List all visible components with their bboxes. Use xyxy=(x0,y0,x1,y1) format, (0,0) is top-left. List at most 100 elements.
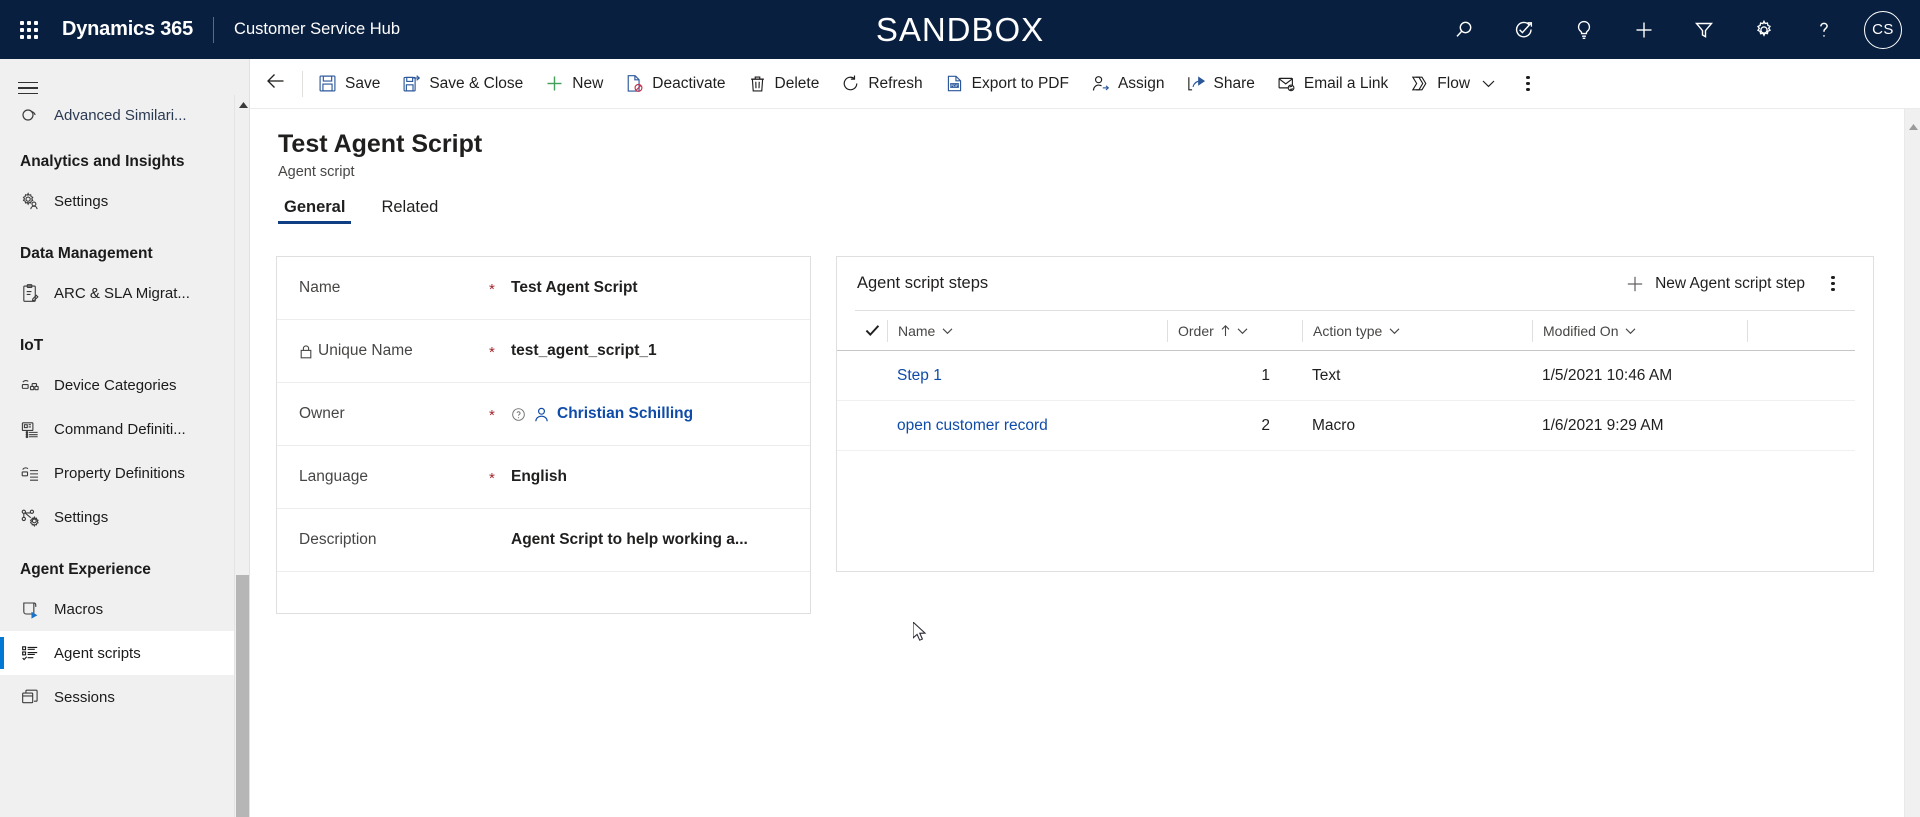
chevron-down-icon[interactable] xyxy=(1237,327,1248,335)
chevron-down-icon[interactable] xyxy=(1389,327,1400,335)
tab-general[interactable]: General xyxy=(278,198,351,224)
email-a-link-button[interactable]: Email a Link xyxy=(1266,59,1399,109)
row-name-label[interactable]: open customer record xyxy=(897,417,1048,434)
save-and-close-label: Save & Close xyxy=(429,75,523,93)
table-row[interactable]: Step 1 1 Text 1/5/2021 10:46 AM xyxy=(837,351,1855,401)
form-row-language: Language * English xyxy=(277,446,810,509)
macro-icon xyxy=(20,599,54,620)
device-category-icon xyxy=(20,375,54,396)
search-button[interactable] xyxy=(1434,0,1494,59)
owner-value[interactable]: Christian Schilling xyxy=(557,405,693,423)
email-a-link-label: Email a Link xyxy=(1304,75,1388,93)
row-name-label[interactable]: Step 1 xyxy=(897,367,942,384)
subgrid-actions: New Agent script step xyxy=(1620,259,1855,309)
column-label: Modified On xyxy=(1543,323,1618,339)
sidebar-item-sessions[interactable]: Sessions xyxy=(0,675,250,719)
new-agent-script-step-button[interactable]: New Agent script step xyxy=(1620,269,1811,299)
select-all-checkbox[interactable] xyxy=(857,324,887,337)
language-field[interactable]: English xyxy=(511,468,567,486)
column-label: Action type xyxy=(1313,323,1382,339)
refresh-button[interactable]: Refresh xyxy=(830,59,933,109)
column-header-action-type[interactable]: Action type xyxy=(1302,320,1532,342)
sidebar-item-label: Settings xyxy=(54,509,108,526)
new-button[interactable]: New xyxy=(534,59,614,109)
sidebar-item-analytics-settings[interactable]: Settings xyxy=(0,179,250,223)
environment-banner-label: SANDBOX xyxy=(876,11,1044,49)
column-header-modified-on[interactable]: Modified On xyxy=(1532,320,1747,342)
relevance-search-button[interactable] xyxy=(1494,0,1554,59)
row-name-link[interactable]: open customer record xyxy=(887,417,1167,435)
sidebar-item-label: Property Definitions xyxy=(54,465,185,482)
required-marker xyxy=(489,539,511,541)
column-header-order[interactable]: Order xyxy=(1167,320,1302,342)
column-header-spacer xyxy=(1747,320,1777,342)
description-field[interactable]: Agent Script to help working a... xyxy=(511,531,748,549)
save-and-close-button[interactable]: Save & Close xyxy=(391,59,534,109)
sort-ascending-icon xyxy=(1221,325,1230,337)
row-order: 1 xyxy=(1167,367,1302,385)
command-bar-overflow-button[interactable] xyxy=(1506,59,1550,109)
person-icon xyxy=(533,406,550,423)
trash-icon xyxy=(748,74,767,93)
deactivate-label: Deactivate xyxy=(652,75,725,93)
sidebar-item-agent-scripts[interactable]: Agent scripts xyxy=(0,631,250,675)
delete-button[interactable]: Delete xyxy=(737,59,831,109)
scroll-up-icon[interactable] xyxy=(235,97,250,113)
flow-button[interactable]: Flow xyxy=(1399,59,1506,109)
required-marker: * xyxy=(489,280,511,297)
settings-button[interactable] xyxy=(1734,0,1794,59)
export-to-pdf-button[interactable]: PDF Export to PDF xyxy=(934,59,1080,109)
main-scrollbar[interactable] xyxy=(1904,109,1920,817)
tab-related[interactable]: Related xyxy=(375,198,444,224)
row-modified-on: 1/6/2021 9:29 AM xyxy=(1532,417,1747,435)
sidebar-item-device-categories[interactable]: Device Categories xyxy=(0,363,250,407)
sidebar-item-macros[interactable]: Macros xyxy=(0,587,250,631)
sidebar-scrollbar[interactable] xyxy=(234,95,250,817)
sidebar-item-property-definitions[interactable]: Property Definitions xyxy=(0,451,250,495)
deactivate-button[interactable]: Deactivate xyxy=(614,59,736,109)
sidebar-item-label: Macros xyxy=(54,601,103,618)
save-icon xyxy=(318,74,337,93)
save-button[interactable]: Save xyxy=(307,59,391,109)
subgrid-overflow-button[interactable] xyxy=(1811,259,1855,309)
share-button[interactable]: Share xyxy=(1175,59,1265,109)
export-to-pdf-label: Export to PDF xyxy=(972,75,1069,93)
field-label: Name xyxy=(299,279,489,297)
back-button[interactable] xyxy=(250,59,302,109)
unique-name-field[interactable]: test_agent_script_1 xyxy=(511,342,657,360)
info-icon[interactable] xyxy=(511,407,526,422)
chevron-down-icon[interactable] xyxy=(1482,79,1495,88)
sidebar-item-arc-sla-migration[interactable]: ARC & SLA Migrat... xyxy=(0,271,250,315)
filter-button[interactable] xyxy=(1674,0,1734,59)
flow-icon xyxy=(1410,74,1429,93)
brand-label[interactable]: Dynamics 365 xyxy=(58,18,193,41)
subgrid-column-headers: Name Order Action type Modified On xyxy=(837,311,1855,351)
insights-button[interactable] xyxy=(1554,0,1614,59)
sidebar-item-advanced-similarity[interactable]: Advanced Similari... xyxy=(0,99,250,131)
app-name-label[interactable]: Customer Service Hub xyxy=(234,20,400,39)
table-row[interactable]: open customer record 2 Macro 1/6/2021 9:… xyxy=(837,401,1855,451)
row-action-type: Macro xyxy=(1302,417,1532,435)
assign-button[interactable]: Assign xyxy=(1080,59,1176,109)
lightbulb-icon xyxy=(1572,18,1596,42)
chevron-down-icon[interactable] xyxy=(1625,327,1636,335)
sidebar-scrollbar-thumb[interactable] xyxy=(236,575,250,817)
app-launcher-button[interactable] xyxy=(0,0,58,59)
row-name-link[interactable]: Step 1 xyxy=(887,367,1167,385)
sidebar-item-iot-settings[interactable]: Settings xyxy=(0,495,250,539)
owner-field[interactable]: Christian Schilling xyxy=(511,405,693,423)
sidebar-item-label: Sessions xyxy=(54,689,115,706)
scroll-up-icon[interactable] xyxy=(1905,119,1920,135)
description-label: Description xyxy=(299,531,377,549)
plus-icon xyxy=(1626,275,1644,293)
quick-create-button[interactable] xyxy=(1614,0,1674,59)
chevron-down-icon[interactable] xyxy=(942,327,953,335)
sidebar-item-command-definitions[interactable]: Command Definiti... xyxy=(0,407,250,451)
name-field[interactable]: Test Agent Script xyxy=(511,279,638,297)
form-row-name: Name * Test Agent Script xyxy=(277,257,810,320)
help-button[interactable] xyxy=(1794,0,1854,59)
new-label: New xyxy=(572,75,603,93)
avatar[interactable]: CS xyxy=(1864,11,1902,49)
refresh-label: Refresh xyxy=(868,75,922,93)
column-header-name[interactable]: Name xyxy=(887,320,1167,342)
